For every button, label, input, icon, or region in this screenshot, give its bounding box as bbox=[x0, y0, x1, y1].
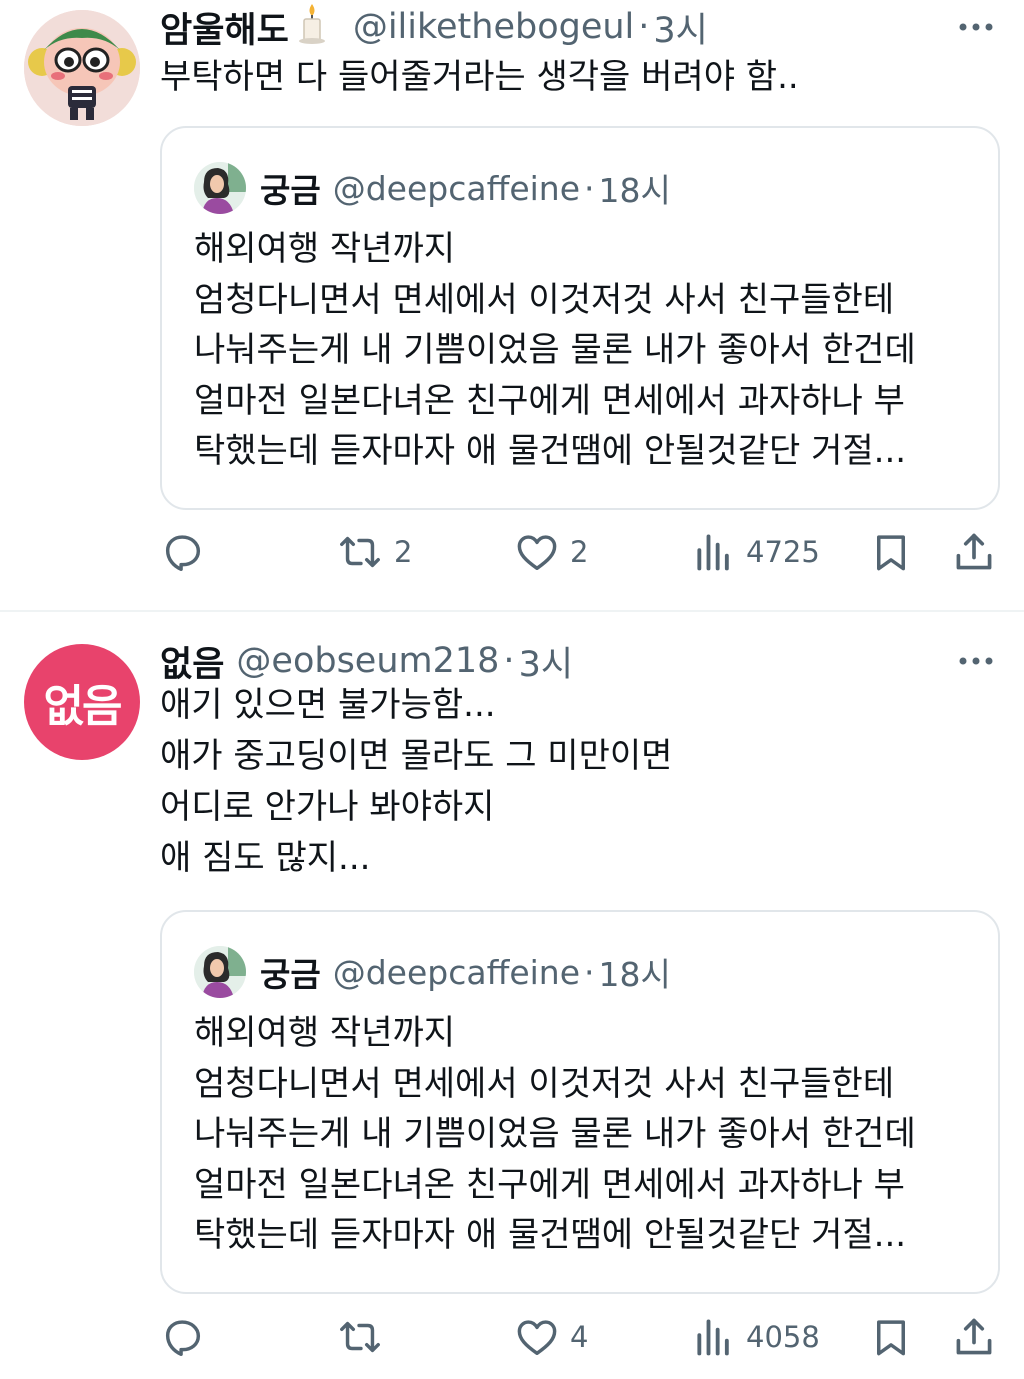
speech-bubble-icon bbox=[165, 535, 201, 571]
views-button[interactable]: 4058 bbox=[692, 1312, 820, 1362]
quoted-timestamp: 18시 bbox=[598, 955, 671, 994]
tweet-text: 부탁하면 다 들어줄거라는 생각을 버려야 함.. bbox=[160, 52, 990, 103]
timestamp[interactable]: 3시 bbox=[519, 636, 573, 687]
bookmark-icon bbox=[877, 535, 905, 571]
bar-chart-icon bbox=[697, 1319, 729, 1356]
quoted-tweet-header: 궁금 @deepcaffeine · 18시 bbox=[194, 946, 671, 998]
tweet-text-line: 애 짐도 많지... bbox=[160, 838, 371, 878]
heart-outline-icon bbox=[517, 535, 557, 571]
tweet-text-line: 애기 있으면 불가능함... bbox=[160, 685, 496, 725]
reply-button[interactable] bbox=[160, 527, 216, 577]
tweet-action-bar: 2 2 4725 bbox=[160, 527, 1000, 577]
view-count: 4058 bbox=[746, 1320, 820, 1354]
speech-bubble-icon bbox=[165, 1320, 201, 1356]
quoted-text-line: 얼마전 일본다녀온 친구에게 면세에서 과자하나 부 bbox=[194, 1164, 905, 1205]
avatar[interactable] bbox=[24, 10, 140, 126]
quoted-tweet[interactable]: 궁금 @deepcaffeine · 18시 해외여행 작년까지 엄청다니면서 … bbox=[160, 126, 1000, 510]
retweet-arrows-icon bbox=[340, 536, 380, 568]
bookmark-button[interactable] bbox=[870, 527, 912, 577]
quoted-text-line: 나눠주는게 내 기쁨이었음 물론 내가 좋아서 한건데 bbox=[194, 330, 916, 370]
heart-outline-icon bbox=[517, 1320, 557, 1356]
user-handle[interactable]: @eobseum218 bbox=[236, 641, 499, 681]
quoted-text-line: 탁했는데 듣자마자 애 물건땜에 안될것같단 거절... bbox=[194, 1215, 907, 1255]
tweet[interactable]: 없음 없음 @eobseum218 · 3시 애기 있으면 불가능함... 애가… bbox=[0, 612, 1024, 1379]
display-name[interactable]: 암울해도 bbox=[160, 2, 289, 53]
bookmark-icon bbox=[877, 1320, 905, 1356]
share-button[interactable] bbox=[952, 527, 996, 577]
tweet-text-line: 부탁하면 다 들어줄거라는 생각을 버려야 함.. bbox=[160, 57, 799, 97]
quoted-text-line: 나눠주는게 내 기쁨이었음 물론 내가 좋아서 한건데 bbox=[194, 1114, 916, 1154]
quoted-avatar bbox=[194, 162, 246, 214]
tweet[interactable]: 암울해도 @ilikethebogeul · 3시 부탁하면 다 들어줄거라는 … bbox=[0, 0, 1024, 610]
portrait-avatar-icon bbox=[194, 946, 246, 998]
share-upload-icon bbox=[956, 1318, 992, 1355]
timestamp[interactable]: 3시 bbox=[653, 2, 707, 53]
quoted-text-line: 탁했는데 듣자마자 애 물건땜에 안될것같단 거절... bbox=[194, 431, 907, 471]
quoted-text-line: 얼마전 일본다녀온 친구에게 면세에서 과자하나 부 bbox=[194, 380, 905, 421]
like-count: 2 bbox=[570, 535, 589, 569]
quoted-tweet-header: 궁금 @deepcaffeine · 18시 bbox=[194, 162, 671, 214]
quoted-tweet-text: 해외여행 작년까지 엄청다니면서 면세에서 이것저것 사서 친구들한테 나눠주는… bbox=[194, 224, 984, 477]
retweet-button[interactable] bbox=[336, 1312, 394, 1362]
quoted-display-name: 궁금 bbox=[260, 955, 321, 994]
like-count: 4 bbox=[570, 1320, 589, 1354]
avatar[interactable]: 없음 bbox=[24, 644, 140, 760]
reply-button[interactable] bbox=[160, 1312, 216, 1362]
bookmark-button[interactable] bbox=[870, 1312, 912, 1362]
avatar-text: 없음 bbox=[43, 681, 123, 732]
tweet-header: 없음 @eobseum218 · 3시 bbox=[160, 636, 573, 686]
bar-chart-icon bbox=[697, 534, 729, 571]
user-handle[interactable]: @ilikethebogeul bbox=[353, 7, 634, 47]
quoted-tweet[interactable]: 궁금 @deepcaffeine · 18시 해외여행 작년까지 엄청다니면서 … bbox=[160, 910, 1000, 1294]
retweet-button[interactable]: 2 bbox=[336, 527, 412, 577]
portrait-avatar-icon bbox=[194, 162, 246, 214]
quoted-timestamp: 18시 bbox=[598, 171, 671, 210]
horizontal-ellipsis-icon[interactable] bbox=[958, 656, 994, 666]
quoted-avatar bbox=[194, 946, 246, 998]
quoted-display-name: 궁금 bbox=[260, 171, 321, 210]
quoted-text-line: 해외여행 작년까지 bbox=[194, 1013, 456, 1053]
share-button[interactable] bbox=[952, 1312, 996, 1362]
quoted-text-line: 엄청다니면서 면세에서 이것저것 사서 친구들한테 bbox=[194, 1063, 895, 1104]
candle-emoji-icon bbox=[297, 2, 327, 53]
tweet-text-line: 애가 중고딩이면 몰라도 그 미만이면 bbox=[160, 736, 673, 776]
cartoon-girl-avatar-icon bbox=[24, 10, 140, 126]
retweet-arrows-icon bbox=[340, 1321, 380, 1353]
views-button[interactable]: 4725 bbox=[692, 527, 820, 577]
retweet-count: 2 bbox=[394, 535, 413, 569]
view-count: 4725 bbox=[746, 535, 820, 569]
display-name[interactable]: 없음 bbox=[160, 636, 224, 687]
quoted-text-line: 엄청다니면서 면세에서 이것저것 사서 친구들한테 bbox=[194, 279, 895, 320]
horizontal-ellipsis-icon[interactable] bbox=[958, 22, 994, 32]
separator-dot: · bbox=[584, 952, 595, 992]
separator-dot: · bbox=[638, 7, 650, 47]
like-button[interactable]: 2 bbox=[514, 527, 588, 577]
tweet-action-bar: 4 4058 bbox=[160, 1312, 1000, 1362]
quoted-tweet-text: 해외여행 작년까지 엄청다니면서 면세에서 이것저것 사서 친구들한테 나눠주는… bbox=[194, 1008, 984, 1261]
separator-dot: · bbox=[584, 168, 595, 208]
tweet-text: 애기 있으면 불가능함... 애가 중고딩이면 몰라도 그 미만이면 어디로 안… bbox=[160, 680, 990, 884]
quoted-user-handle: @deepcaffeine bbox=[332, 952, 581, 992]
quoted-text-line: 해외여행 작년까지 bbox=[194, 229, 456, 269]
share-upload-icon bbox=[956, 533, 992, 570]
quoted-user-handle: @deepcaffeine bbox=[332, 168, 581, 208]
tweet-text-line: 어디로 안가나 봐야하지 bbox=[160, 787, 495, 827]
like-button[interactable]: 4 bbox=[514, 1312, 588, 1362]
tweet-header: 암울해도 @ilikethebogeul · 3시 bbox=[160, 2, 708, 52]
separator-dot: · bbox=[503, 641, 515, 681]
